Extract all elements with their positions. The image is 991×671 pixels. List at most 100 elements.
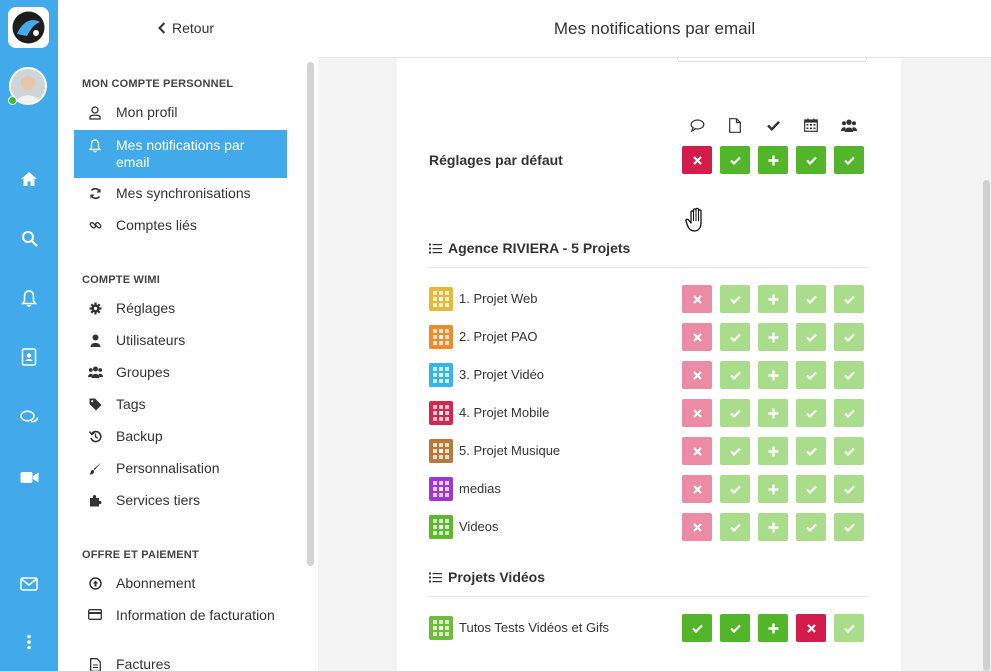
toggle-files[interactable] [720,361,750,389]
sidebar-item-third-party[interactable]: Services tiers [74,492,287,509]
filter-input-edge[interactable] [677,58,867,62]
toggle-calendar[interactable] [796,399,826,427]
sidebar-item-notifications[interactable]: Mes notifications par email [74,130,287,178]
sidebar-item-label: Factures [116,656,171,671]
toggle-calendar[interactable] [796,437,826,465]
check-icon [843,371,855,380]
plus-icon [768,370,779,381]
bell-icon[interactable] [18,287,40,309]
sidebar-item-backup[interactable]: Backup [74,428,287,445]
sidebar-item-users[interactable]: Utilisateurs [74,332,287,349]
check-icon [843,409,855,418]
toggle-tasks[interactable] [758,285,788,313]
toggle-files[interactable] [720,146,750,174]
mail-icon[interactable] [18,573,40,595]
sidebar-item-profile[interactable]: Mon profil [74,104,287,121]
toggle-calendar[interactable] [796,323,826,351]
toggle-calendar[interactable] [796,361,826,389]
search-icon[interactable] [18,227,40,249]
toggle-files[interactable] [720,513,750,541]
toggle-tasks[interactable] [758,475,788,503]
back-button[interactable]: Retour [158,20,214,36]
toggle-comments[interactable] [682,323,712,351]
toggle-members[interactable] [834,475,864,503]
sidebar-item-label: Groupes [116,364,170,380]
toggle-members[interactable] [834,614,864,642]
toggle-tasks[interactable] [758,399,788,427]
list-icon [429,243,442,253]
check-icon [729,156,741,165]
check-icon [729,333,741,342]
toggle-comments[interactable] [682,285,712,313]
sidebar-item-subscription[interactable]: Abonnement [74,575,287,592]
wimi-logo[interactable] [8,7,49,48]
toggle-calendar[interactable] [796,614,826,642]
group-title: Projets Vidéos [448,569,546,585]
home-icon[interactable] [18,168,40,190]
sidebar-item-settings[interactable]: Réglages [74,300,287,317]
more-vertical-icon[interactable] [18,631,40,653]
toggle-comments[interactable] [682,399,712,427]
plus-icon [768,294,779,305]
toggle-files[interactable] [720,285,750,313]
video-camera-icon[interactable] [18,466,40,488]
sidebar-item-linked-accounts[interactable]: Comptes liés [74,217,287,234]
toggle-comments[interactable] [682,437,712,465]
sidebar-item-groups[interactable]: Groupes [74,364,287,381]
toggle-calendar[interactable] [796,475,826,503]
toggle-comments[interactable] [682,361,712,389]
project-name: Tutos Tests Vidéos et Gifs [459,620,610,635]
toggle-calendar[interactable] [796,513,826,541]
sidebar-scrollbar[interactable] [307,62,314,566]
close-icon [692,522,702,532]
list-icon [429,572,442,582]
sidebar-item-label: Personnalisation [116,460,220,476]
sidebar-item-tags[interactable]: Tags [74,396,287,413]
project-icon [429,477,453,501]
toggle-files[interactable] [720,475,750,503]
tag-icon [74,396,116,411]
toggle-comments[interactable] [682,475,712,503]
check-icon [843,333,855,342]
online-status-dot [8,96,17,105]
check-icon [805,523,817,532]
toggle-tasks[interactable] [758,513,788,541]
page-title: Mes notifications par email [553,19,756,38]
toggle-members[interactable] [834,513,864,541]
project-icon [429,515,453,539]
link-icon [74,217,116,232]
toggle-comments[interactable] [682,614,712,642]
toggle-files[interactable] [720,437,750,465]
toggle-members[interactable] [834,361,864,389]
document-icon [74,656,116,671]
content-scrollbar[interactable] [983,180,990,671]
toggle-tasks[interactable] [758,614,788,642]
toggle-tasks[interactable] [758,146,788,174]
toggle-members[interactable] [834,323,864,351]
project-name: 3. Projet Vidéo [459,367,545,382]
toggle-members[interactable] [834,146,864,174]
toggle-comments[interactable] [682,513,712,541]
toggle-tasks[interactable] [758,437,788,465]
toggle-calendar[interactable] [796,285,826,313]
toggle-tasks[interactable] [758,323,788,351]
check-icon [843,624,855,633]
toggle-files[interactable] [720,399,750,427]
contacts-icon[interactable] [18,346,40,368]
toggle-members[interactable] [834,437,864,465]
check-icon [729,409,741,418]
toggle-members[interactable] [834,285,864,313]
sidebar-item-invoices[interactable]: Factures [74,656,287,671]
sidebar-item-label: Mes notifications par email [116,137,245,170]
sidebar-item-sync[interactable]: Mes synchronisations [74,185,287,202]
toggle-tasks[interactable] [758,361,788,389]
toggle-files[interactable] [720,614,750,642]
sidebar-item-billing-info[interactable]: Information de facturation [74,607,287,624]
toggle-calendar[interactable] [796,146,826,174]
sidebar-item-customization[interactable]: Personnalisation [74,460,287,477]
chat-icon[interactable] [18,407,40,429]
toggle-files[interactable] [720,323,750,351]
toggle-comments[interactable] [682,146,712,174]
arrow-up-circle-icon [74,575,116,590]
toggle-members[interactable] [834,399,864,427]
